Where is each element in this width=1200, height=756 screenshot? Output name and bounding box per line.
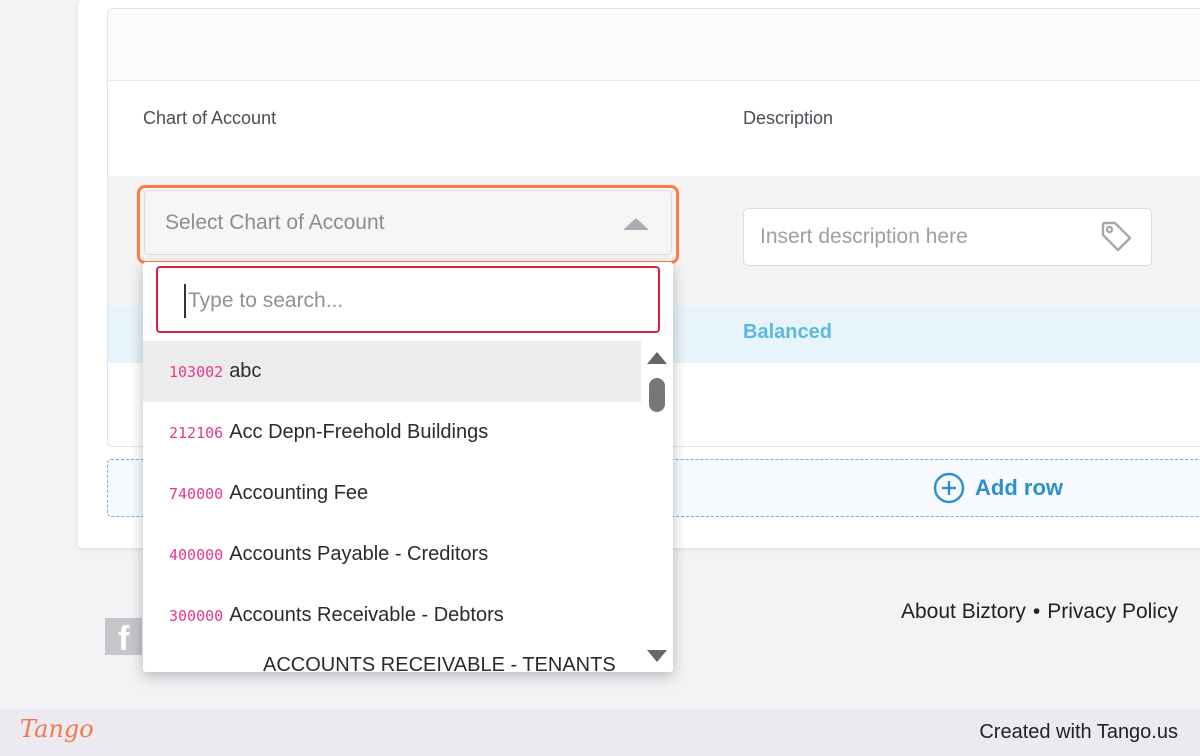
account-code: 103002 — [169, 362, 224, 381]
account-name: abc — [229, 360, 262, 382]
list-item[interactable]: 400000 Accounts Payable - Creditors — [143, 524, 641, 585]
scroll-thumb[interactable] — [649, 378, 665, 412]
caret-up-icon — [623, 218, 649, 230]
column-header-description: Description — [743, 108, 834, 128]
account-code: 740000 — [169, 484, 224, 503]
search-box — [156, 266, 660, 333]
add-row-label: Add row — [975, 475, 1063, 500]
account-code: 212106 — [169, 423, 224, 442]
tag-icon[interactable] — [1098, 219, 1134, 255]
footer-links: About Biztory • Privacy Policy — [901, 600, 1178, 624]
chart-of-account-dropdown: 103002 abc 212106 Acc Depn-Freehold Buildi… — [143, 262, 673, 672]
search-input[interactable] — [184, 284, 650, 318]
chart-of-account-select[interactable]: Select Chart of Account — [144, 190, 672, 255]
scroll-down-icon[interactable] — [647, 650, 667, 662]
options-list: 103002 abc 212106 Acc Depn-Freehold Buildi… — [143, 341, 641, 672]
footer-separator: • — [1032, 600, 1041, 623]
column-header-chart-of-account: Chart of Account — [143, 108, 277, 128]
account-code: 300000 — [169, 606, 224, 625]
account-name: Accounts Payable - Creditors — [229, 543, 489, 565]
account-name: Acc Depn-Freehold Buildings — [229, 421, 489, 443]
about-link[interactable]: About Biztory — [901, 600, 1026, 623]
plus-circle-icon — [933, 472, 965, 504]
list-item[interactable]: 740000 Accounting Fee — [143, 463, 641, 524]
scrollbar[interactable] — [645, 348, 669, 668]
account-name: Accounts Receivable - Debtors — [229, 604, 504, 626]
account-name: Accounting Fee — [229, 482, 369, 504]
account-name: ACCOUNTS RECEIVABLE - TENANTS — [263, 654, 616, 672]
list-item[interactable]: ACCOUNTS RECEIVABLE - TENANTS — [143, 646, 641, 672]
account-code: 400000 — [169, 545, 224, 564]
tango-logo: Tango — [20, 715, 94, 743]
facebook-icon[interactable]: f — [105, 618, 142, 658]
balanced-status: Balanced — [743, 321, 832, 343]
add-row-button[interactable]: Add row — [933, 472, 1063, 504]
privacy-link[interactable]: Privacy Policy — [1047, 600, 1178, 623]
list-item[interactable]: 103002 abc — [143, 341, 641, 402]
scroll-up-icon[interactable] — [647, 352, 667, 364]
select-placeholder: Select Chart of Account — [165, 210, 385, 234]
list-item[interactable]: 300000 Accounts Receivable - Debtors — [143, 585, 641, 646]
table-toolbar — [108, 9, 1200, 81]
tango-credit: Created with Tango.us — [979, 721, 1178, 743]
list-item[interactable]: 212106 Acc Depn-Freehold Buildings — [143, 402, 641, 463]
description-input[interactable] — [743, 208, 1152, 266]
